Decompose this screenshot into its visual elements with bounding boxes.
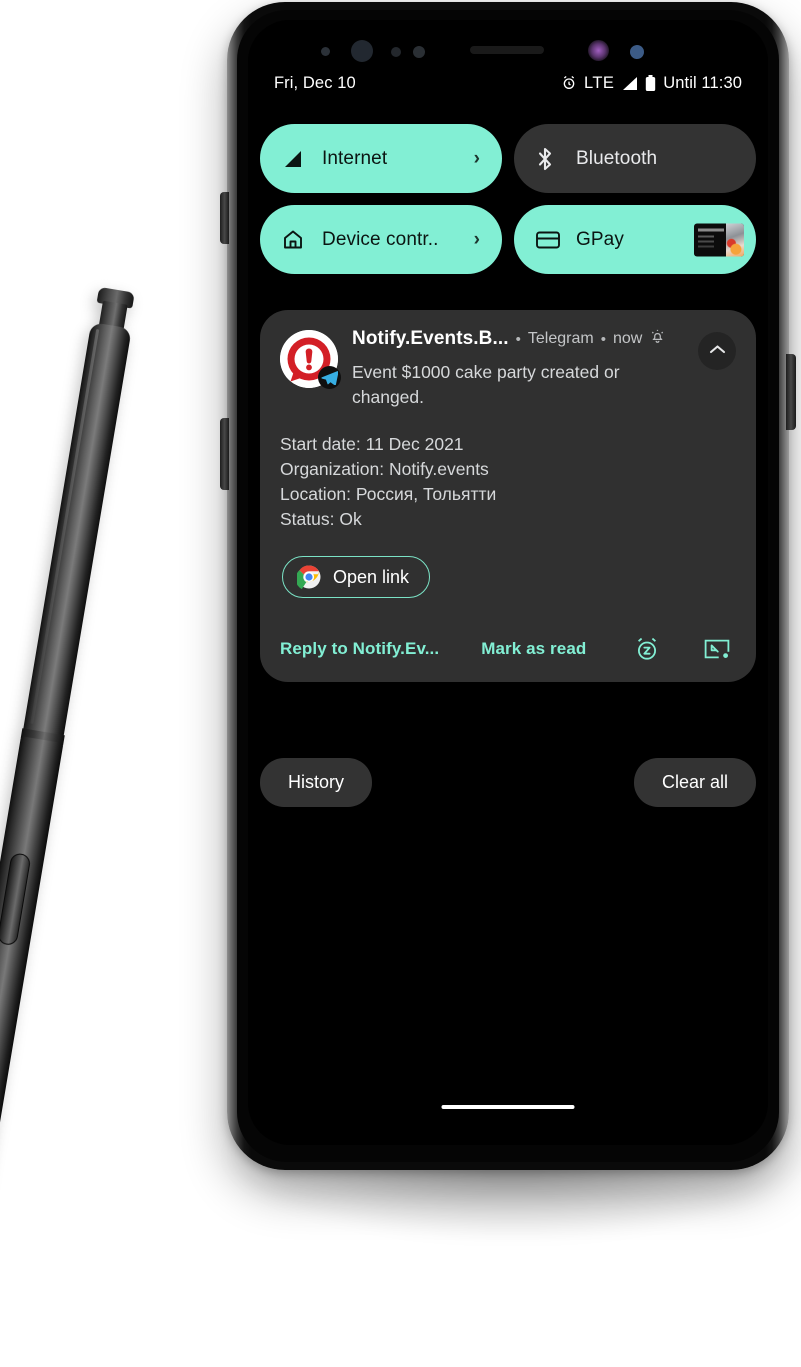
notification-details: Start date: 11 Dec 2021 Organization: No…: [280, 432, 736, 532]
signal-wifi-icon: [282, 150, 306, 168]
qs-tile-label: GPay: [576, 228, 624, 250]
qs-tile-label: Bluetooth: [576, 147, 658, 169]
status-bar: Fri, Dec 10 LTE Until 11:30: [248, 64, 768, 102]
qs-tile-gpay[interactable]: GPay: [514, 205, 756, 274]
detail-line: Start date: 11 Dec 2021: [280, 434, 464, 454]
open-link-button[interactable]: Open link: [282, 556, 431, 598]
sensor-dot-icon: [413, 46, 425, 58]
notification-actions: Reply to Notify.Ev... Mark as read: [280, 624, 736, 674]
home-icon: [282, 229, 306, 250]
proximity-sensor-icon: [321, 47, 330, 56]
scene: Fri, Dec 10 LTE Until 11:30 Internet › B…: [0, 0, 801, 1257]
notification-app-name: Notify.Events.B...: [352, 328, 509, 349]
chrome-icon: [295, 565, 321, 590]
detail-line: Organization: Notify.events: [280, 459, 489, 479]
notification-header: Notify.Events.B... • Telegram • now Even…: [280, 328, 736, 410]
status-date: Fri, Dec 10: [274, 73, 356, 92]
avatar: [280, 330, 341, 389]
phone-screen: Fri, Dec 10 LTE Until 11:30 Internet › B…: [248, 20, 768, 1145]
notification-time: now: [612, 330, 643, 347]
top-bezel: [248, 20, 768, 68]
quick-settings-grid: Internet › Bluetooth Device contr.. › GP…: [260, 124, 756, 274]
gpay-card-thumbnail[interactable]: [694, 223, 744, 256]
mark-as-read-button[interactable]: Mark as read: [481, 639, 586, 659]
power-button[interactable]: [786, 354, 796, 430]
qs-tile-bluetooth[interactable]: Bluetooth: [514, 124, 756, 193]
open-link-label: Open link: [333, 566, 410, 587]
home-gesture-indicator[interactable]: [441, 1105, 575, 1109]
meta-separator: •: [600, 330, 606, 348]
detail-line: Location: Россия, Тольятти: [280, 484, 497, 504]
network-type-label: LTE: [583, 73, 615, 92]
qs-tile-internet[interactable]: Internet ›: [260, 124, 502, 193]
qs-tile-device-controls[interactable]: Device contr.. ›: [260, 205, 502, 274]
qs-tile-label: Internet: [322, 147, 388, 169]
chevron-right-icon[interactable]: ›: [474, 148, 480, 170]
clear-all-button[interactable]: Clear all: [633, 758, 756, 807]
light-sensor-icon: [391, 47, 401, 57]
battery-until-label: Until 11:30: [663, 73, 742, 92]
bubble-minimize-icon[interactable]: [704, 638, 730, 660]
notification-source: Telegram: [527, 330, 594, 347]
detail-line: Status: Ok: [280, 509, 362, 529]
notification-meta: Notify.Events.B... • Telegram • now Even…: [352, 328, 684, 410]
notification-collapse-button[interactable]: [698, 332, 736, 370]
notification-title-row: Notify.Events.B... • Telegram • now: [352, 328, 684, 350]
battery-icon: [645, 74, 656, 92]
s-pen-stylus: [0, 286, 141, 1257]
notification-body-text: Event $1000 cake party created or change…: [352, 362, 620, 407]
credit-card-icon: [536, 231, 560, 249]
qs-tile-label: Device contr..: [322, 228, 439, 250]
chevron-right-icon[interactable]: ›: [474, 229, 480, 251]
history-button[interactable]: History: [260, 758, 373, 807]
open-link-row: Open link: [280, 556, 736, 598]
notification-action-icons: [634, 636, 736, 662]
volume-up-button[interactable]: [220, 192, 229, 244]
bell-silent-icon: [650, 329, 665, 349]
stylus-lower-barrel: [0, 736, 64, 1257]
led-indicator-icon: [630, 45, 644, 59]
meta-separator: •: [515, 330, 521, 348]
alarm-clock-icon: [561, 75, 577, 91]
reply-action-button[interactable]: Reply to Notify.Ev...: [280, 639, 439, 659]
stylus-upper-barrel: [22, 322, 132, 742]
snooze-alarm-icon[interactable]: [634, 636, 660, 662]
status-icons: LTE Until 11:30: [561, 74, 742, 93]
shade-controls: History Clear all: [260, 758, 756, 807]
telegram-icon: [318, 366, 341, 389]
front-camera-icon: [588, 40, 609, 61]
volume-down-button[interactable]: [220, 418, 229, 490]
card-art-right: [726, 223, 744, 256]
signal-bars-icon: [621, 76, 638, 91]
card-art-left: [694, 223, 726, 256]
iris-scanner-icon: [351, 40, 373, 62]
chevron-up-icon: [709, 342, 726, 360]
notification-card[interactable]: Notify.Events.B... • Telegram • now Even…: [260, 310, 756, 682]
earpiece-speaker: [470, 46, 544, 54]
bluetooth-icon: [536, 147, 560, 171]
